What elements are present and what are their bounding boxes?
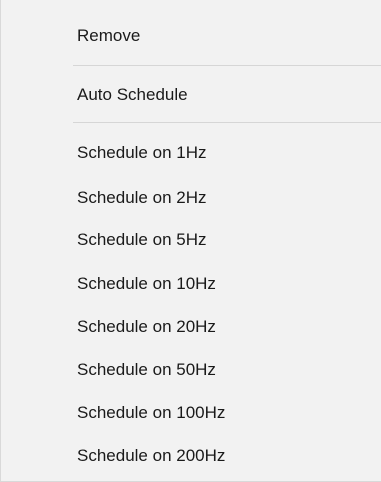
- menu-separator: [73, 65, 381, 66]
- menu-separator: [73, 122, 381, 123]
- menu-item-schedule-20hz[interactable]: Schedule on 20Hz: [2, 307, 381, 347]
- menu-item-schedule-10hz[interactable]: Schedule on 10Hz: [2, 264, 381, 304]
- menu-item-schedule-200hz[interactable]: Schedule on 200Hz: [2, 436, 381, 476]
- menu-item-schedule-50hz[interactable]: Schedule on 50Hz: [2, 350, 381, 390]
- menu-item-remove[interactable]: Remove: [2, 16, 381, 56]
- menu-item-schedule-5hz[interactable]: Schedule on 5Hz: [2, 220, 381, 260]
- menu-item-schedule-1hz[interactable]: Schedule on 1Hz: [2, 133, 381, 173]
- context-menu: Remove Auto Schedule Schedule on 1Hz Sch…: [0, 0, 381, 482]
- menu-item-schedule-2hz[interactable]: Schedule on 2Hz: [2, 178, 381, 218]
- menu-item-auto-schedule[interactable]: Auto Schedule: [2, 75, 381, 115]
- menu-item-schedule-100hz[interactable]: Schedule on 100Hz: [2, 393, 381, 433]
